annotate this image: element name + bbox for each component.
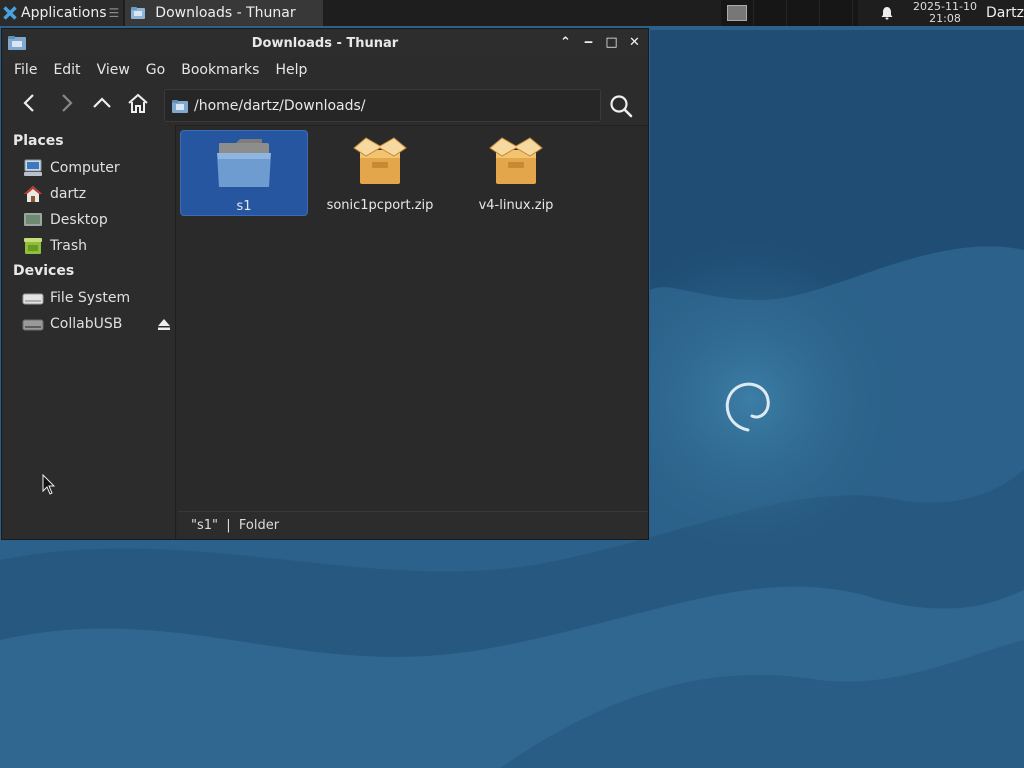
applications-menu-button[interactable]: Applications ☰ <box>0 0 124 26</box>
back-button[interactable] <box>12 87 48 119</box>
search-button[interactable] <box>608 93 634 119</box>
window-titlebar[interactable]: Downloads - Thunar ⌃ ‒ □ ✕ <box>2 29 648 57</box>
applications-label: Applications <box>21 5 107 21</box>
parent-folder-button[interactable] <box>84 87 120 119</box>
home-button[interactable] <box>120 87 156 119</box>
menu-bar: File Edit View Go Bookmarks Help <box>2 57 648 83</box>
applications-menu-icon: ☰ <box>108 6 120 20</box>
search-icon <box>610 95 633 118</box>
menu-help[interactable]: Help <box>267 62 315 78</box>
menu-file[interactable]: File <box>6 62 45 78</box>
top-panel: Applications ☰ Downloads - Thunar 2025-1… <box>0 0 1024 26</box>
menu-view[interactable]: View <box>89 62 138 78</box>
sidebar-item-filesystem[interactable]: File System <box>2 285 175 311</box>
eject-icon[interactable] <box>157 317 171 331</box>
thunar-window: Downloads - Thunar ⌃ ‒ □ ✕ File Edit Vie… <box>1 28 649 540</box>
trash-icon <box>24 238 42 254</box>
file-name: s1 <box>236 199 252 214</box>
usb-drive-icon <box>22 319 44 331</box>
menu-edit[interactable]: Edit <box>45 62 88 78</box>
workspace-switcher[interactable] <box>721 0 858 26</box>
maximize-button[interactable]: □ <box>604 35 619 50</box>
sidebar-item-label: Trash <box>50 238 87 254</box>
workspace-window-thumb <box>727 5 747 21</box>
minimize-button[interactable]: ‒ <box>581 35 596 50</box>
shade-button[interactable]: ⌃ <box>558 35 573 50</box>
archive-package-icon <box>353 137 407 184</box>
file-view[interactable]: s1 sonic1pcport.zip v4-linux.zip <box>176 125 648 539</box>
home-folder-icon <box>24 186 42 202</box>
notification-bell-icon[interactable] <box>880 6 894 20</box>
menu-bookmarks[interactable]: Bookmarks <box>173 62 267 78</box>
location-input[interactable] <box>194 97 574 114</box>
chevron-up-icon <box>93 97 111 108</box>
folder-icon <box>131 7 146 19</box>
file-name: v4-linux.zip <box>478 198 554 213</box>
sidebar-item-home[interactable]: dartz <box>2 181 175 207</box>
file-name: sonic1pcport.zip <box>326 198 434 213</box>
sidebar-heading-places: Places <box>13 133 64 149</box>
sidebar-item-computer[interactable]: Computer <box>2 155 175 181</box>
workspace-3[interactable] <box>787 0 820 26</box>
computer-icon <box>24 159 42 176</box>
sidebar-item-label: CollabUSB <box>50 316 123 332</box>
chevron-left-icon <box>23 94 34 112</box>
sidebar-item-label: File System <box>50 290 131 306</box>
mouse-cursor-icon <box>42 474 56 495</box>
workspace-4[interactable] <box>820 0 853 26</box>
window-title: Downloads - Thunar <box>251 35 399 51</box>
chevron-right-icon <box>62 94 73 112</box>
workspace-1[interactable] <box>721 0 754 26</box>
drive-icon <box>22 293 44 305</box>
status-bar: "s1" | Folder <box>178 511 648 539</box>
folder-icon <box>172 99 188 113</box>
location-bar <box>164 89 601 122</box>
sidebar: Places Computer dartz Desktop Trash Devi… <box>2 125 176 539</box>
sidebar-item-trash[interactable]: Trash <box>2 233 175 259</box>
sidebar-item-label: Desktop <box>50 212 108 228</box>
sidebar-item-label: Computer <box>50 160 120 176</box>
window-folder-icon <box>8 36 26 50</box>
status-text: "s1" | Folder <box>191 518 280 533</box>
xfce-logo-icon <box>3 6 17 20</box>
sidebar-item-desktop[interactable]: Desktop <box>2 207 175 233</box>
file-item-sonic1pcport-zip[interactable]: sonic1pcport.zip <box>316 130 444 216</box>
clock-time: 21:08 <box>929 12 961 25</box>
toolbar <box>2 83 648 123</box>
archive-package-icon <box>489 137 543 184</box>
clock[interactable]: 2025-11-10 21:08 <box>910 1 980 25</box>
user-menu[interactable]: Dartz <box>986 5 1024 21</box>
taskbar-item-thunar[interactable]: Downloads - Thunar <box>125 0 324 26</box>
taskbar-item-label: Downloads - Thunar <box>155 5 296 21</box>
forward-button[interactable] <box>48 87 84 119</box>
menu-go[interactable]: Go <box>138 62 173 78</box>
file-item-s1[interactable]: s1 <box>180 130 308 216</box>
sidebar-heading-devices: Devices <box>13 263 75 279</box>
close-button[interactable]: ✕ <box>627 35 642 50</box>
folder-icon <box>217 139 271 187</box>
sidebar-item-collabusb[interactable]: CollabUSB <box>2 311 175 337</box>
desktop-icon <box>24 213 42 226</box>
home-icon <box>128 93 148 113</box>
sidebar-item-label: dartz <box>50 186 87 202</box>
workspace-2[interactable] <box>754 0 787 26</box>
file-item-v4-linux-zip[interactable]: v4-linux.zip <box>452 130 580 216</box>
